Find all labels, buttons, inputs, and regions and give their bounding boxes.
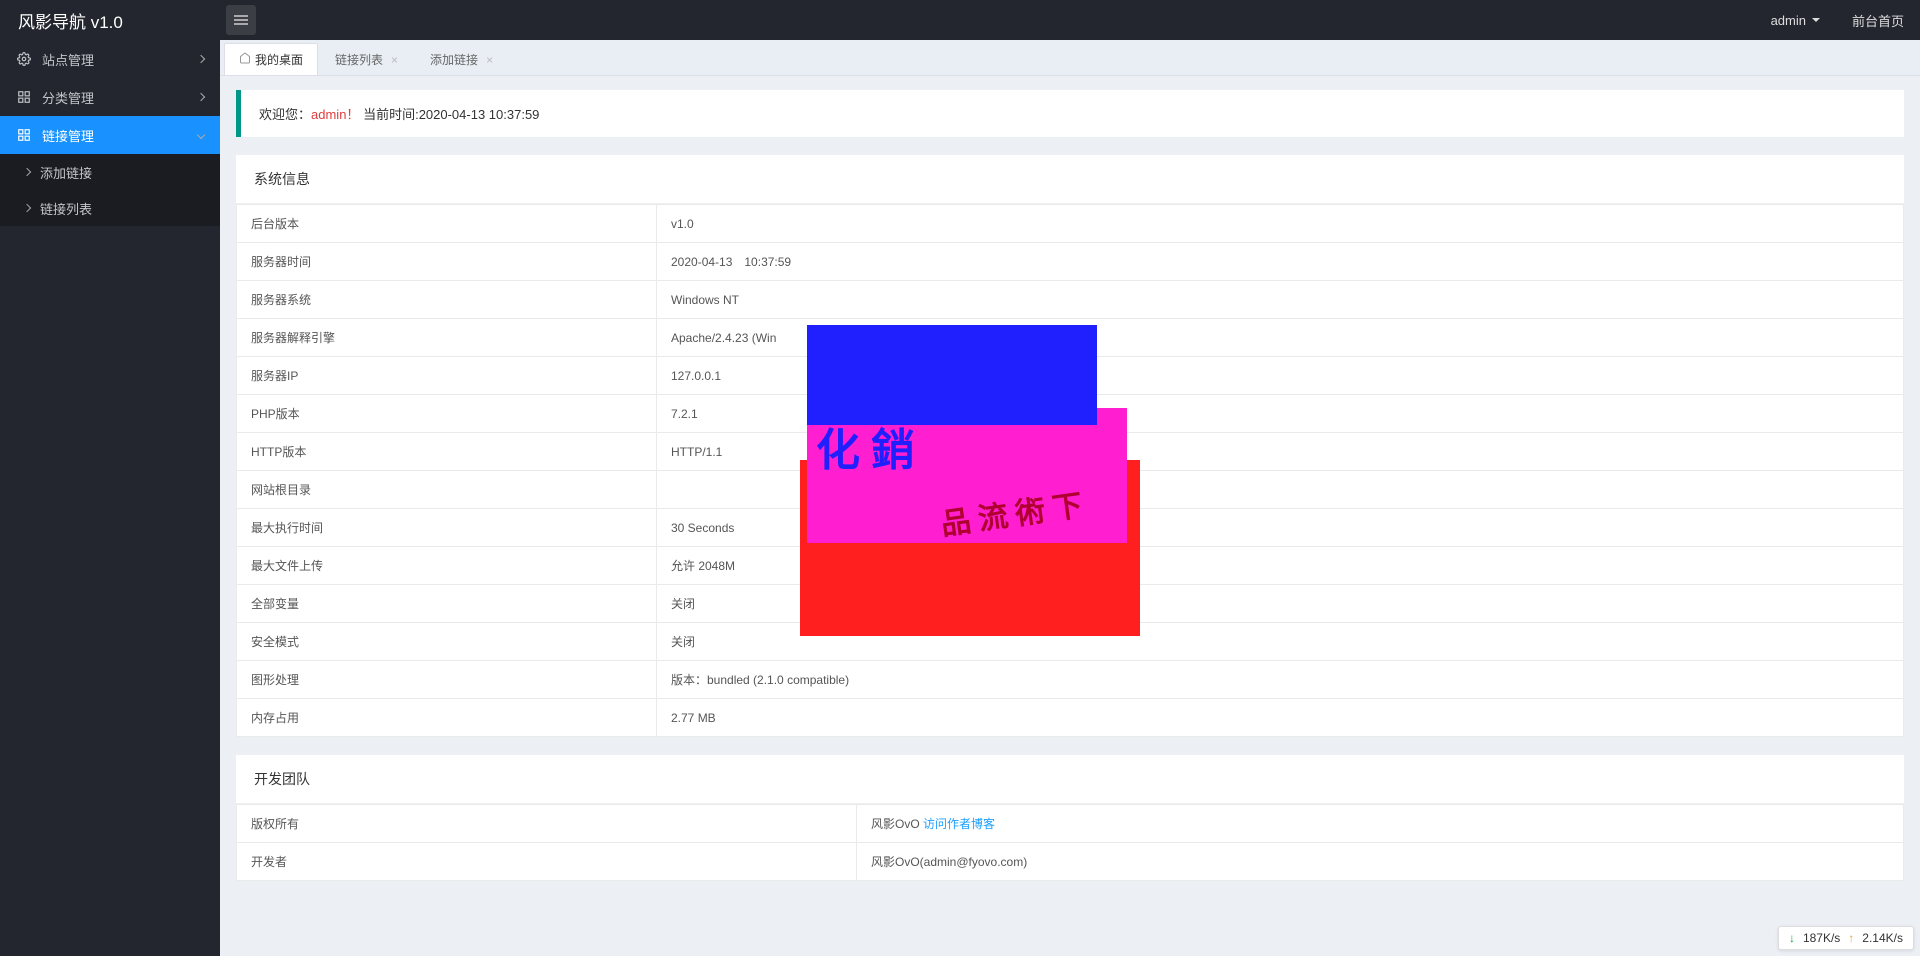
tab-label: 链接列表 bbox=[335, 51, 383, 68]
row-label: 安全模式 bbox=[237, 623, 657, 661]
front-page-link[interactable]: 前台首页 bbox=[1836, 0, 1920, 40]
sidebar: 站点管理 分类管理 链接管理 添加链接 链接列表 bbox=[0, 40, 220, 956]
user-label: admin bbox=[1771, 13, 1806, 28]
tab-bar: 我的桌面 链接列表 × 添加链接 × bbox=[220, 40, 1920, 76]
chevron-right-icon bbox=[197, 55, 205, 63]
close-icon[interactable]: × bbox=[391, 53, 398, 67]
row-label: 开发者 bbox=[237, 843, 857, 881]
row-value: 2.77 MB bbox=[657, 699, 1904, 737]
network-widget: ↓ 187K/s ↑ 2.14K/s bbox=[1778, 926, 1914, 950]
row-value: 2020-04-13 10:37:59 bbox=[657, 243, 1904, 281]
row-label: HTTP版本 bbox=[237, 433, 657, 471]
download-speed: 187K/s bbox=[1803, 931, 1840, 945]
row-value: 版本：bundled (2.1.0 compatible) bbox=[657, 661, 1904, 699]
gear-icon bbox=[16, 51, 32, 67]
chevron-right-icon bbox=[197, 93, 205, 101]
app-logo: 风影导航 v1.0 bbox=[0, 0, 220, 40]
tab-label: 我的桌面 bbox=[255, 51, 303, 68]
row-label: 版权所有 bbox=[237, 805, 857, 843]
welcome-user: admin！ bbox=[311, 107, 359, 122]
table-row: 后台版本v1.0 bbox=[237, 205, 1904, 243]
tab-link-list[interactable]: 链接列表 × bbox=[320, 43, 413, 75]
tab-label: 添加链接 bbox=[430, 51, 478, 68]
grid-icon bbox=[16, 127, 32, 143]
row-label: 服务器系统 bbox=[237, 281, 657, 319]
sidebar-sub-label: 添加链接 bbox=[40, 163, 92, 182]
row-value: Windows NT bbox=[657, 281, 1904, 319]
row-label: 服务器时间 bbox=[237, 243, 657, 281]
sidebar-sub-link-list[interactable]: 链接列表 bbox=[0, 190, 220, 226]
dev-team-panel: 开发团队 版权所有 风影OvO 访问作者博客 开发者 风影OvO(admin@f… bbox=[236, 755, 1904, 881]
panel-title: 开发团队 bbox=[236, 755, 1904, 804]
panel-title: 系统信息 bbox=[236, 155, 1904, 204]
close-icon[interactable]: × bbox=[486, 53, 493, 67]
download-icon: ↓ bbox=[1789, 931, 1795, 945]
row-label: 最大文件上传 bbox=[237, 547, 657, 585]
table-row: 服务器系统Windows NT bbox=[237, 281, 1904, 319]
menu-toggle-button[interactable] bbox=[226, 5, 256, 35]
row-label: 最大执行时间 bbox=[237, 509, 657, 547]
sidebar-item-label: 站点管理 bbox=[42, 50, 94, 69]
blog-link[interactable]: 访问作者博客 bbox=[923, 817, 995, 831]
sidebar-item-links[interactable]: 链接管理 bbox=[0, 116, 220, 154]
welcome-prefix: 欢迎您： bbox=[259, 107, 311, 122]
category-icon bbox=[16, 89, 32, 105]
caret-down-icon bbox=[1812, 18, 1820, 22]
dev-name: 风影OvO bbox=[871, 817, 923, 831]
sidebar-sub-label: 链接列表 bbox=[40, 199, 92, 218]
row-value: v1.0 bbox=[657, 205, 1904, 243]
sidebar-sub-add-link[interactable]: 添加链接 bbox=[0, 154, 220, 190]
row-label: 网站根目录 bbox=[237, 471, 657, 509]
chevron-down-icon bbox=[197, 131, 205, 139]
row-label: 服务器IP bbox=[237, 357, 657, 395]
welcome-time-prefix: 当前时间: bbox=[363, 107, 419, 122]
tab-desktop[interactable]: 我的桌面 bbox=[224, 43, 318, 75]
row-label: PHP版本 bbox=[237, 395, 657, 433]
header-bar: 风影导航 v1.0 admin 前台首页 bbox=[0, 0, 1920, 40]
sidebar-item-label: 链接管理 bbox=[42, 126, 94, 145]
row-value: 风影OvO(admin@fyovo.com) bbox=[857, 843, 1904, 881]
row-label: 图形处理 bbox=[237, 661, 657, 699]
table-row: 版权所有 风影OvO 访问作者博客 bbox=[237, 805, 1904, 843]
handwritten-mark-1: 化 銷 bbox=[816, 414, 915, 478]
sidebar-item-site[interactable]: 站点管理 bbox=[0, 40, 220, 78]
row-label: 服务器解释引擎 bbox=[237, 319, 657, 357]
table-row: 服务器时间2020-04-13 10:37:59 bbox=[237, 243, 1904, 281]
upload-icon: ↑ bbox=[1848, 931, 1854, 945]
table-row: 开发者 风影OvO(admin@fyovo.com) bbox=[237, 843, 1904, 881]
row-label: 后台版本 bbox=[237, 205, 657, 243]
row-value: 风影OvO 访问作者博客 bbox=[857, 805, 1904, 843]
sidebar-submenu-links: 添加链接 链接列表 bbox=[0, 154, 220, 226]
tab-add-link[interactable]: 添加链接 × bbox=[415, 43, 508, 75]
table-row: 图形处理版本：bundled (2.1.0 compatible) bbox=[237, 661, 1904, 699]
sidebar-item-label: 分类管理 bbox=[42, 88, 94, 107]
row-label: 全部变量 bbox=[237, 585, 657, 623]
row-label: 内存占用 bbox=[237, 699, 657, 737]
upload-speed: 2.14K/s bbox=[1862, 931, 1903, 945]
table-row: 内存占用2.77 MB bbox=[237, 699, 1904, 737]
home-icon bbox=[239, 52, 251, 67]
user-menu[interactable]: admin bbox=[1755, 0, 1836, 40]
welcome-banner: 欢迎您：admin！ 当前时间:2020-04-13 10:37:59 bbox=[236, 90, 1904, 137]
welcome-time: 2020-04-13 10:37:59 bbox=[419, 107, 540, 122]
dev-team-table: 版权所有 风影OvO 访问作者博客 开发者 风影OvO(admin@fyovo.… bbox=[236, 804, 1904, 881]
sidebar-item-category[interactable]: 分类管理 bbox=[0, 78, 220, 116]
redaction-overlay-blue bbox=[807, 325, 1097, 425]
